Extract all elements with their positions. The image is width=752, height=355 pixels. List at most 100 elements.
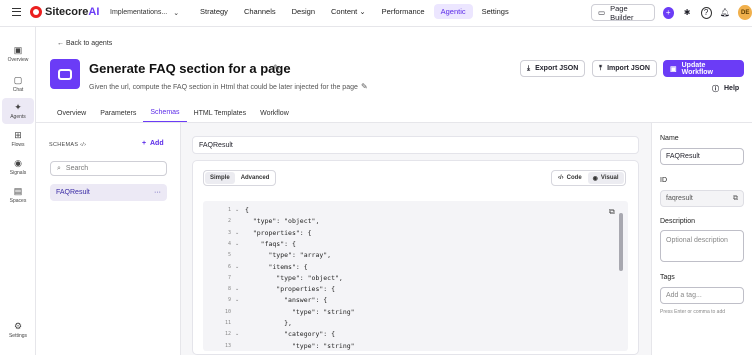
export-json-button[interactable]: ⤓ Export JSON — [520, 60, 586, 77]
id-field: faqresult ⧉ — [660, 190, 744, 207]
help-button[interactable]: ⓘ Help — [706, 80, 746, 97]
scrollbar[interactable] — [619, 213, 623, 271]
back-link[interactable]: ← Back to agents — [57, 40, 112, 47]
eye-icon: ◉ — [592, 175, 598, 182]
editor-card: Simple Advanced ‹/› Code ◉ Visual 1 ⌄ {2 "ty… — [192, 160, 639, 355]
code-icon: ‹/› — [80, 142, 87, 148]
rail-agents[interactable]: ✦ Agents — [2, 98, 34, 124]
more-icon[interactable]: ··· — [154, 189, 161, 196]
schema-name-field[interactable]: FAQResult — [192, 136, 639, 154]
workspace-selector[interactable]: Implementations... ⌄ — [110, 9, 179, 17]
mode-simple[interactable]: Simple — [205, 172, 235, 184]
code-line: "type": "string" — [245, 307, 355, 316]
page-description: Given the url, compute the FAQ section i… — [89, 84, 358, 91]
tab-html-templates[interactable]: HTML Templates — [187, 103, 254, 123]
overview-icon: ▣ — [13, 44, 23, 55]
page-builder-button[interactable]: ▭ Page Builder — [591, 4, 655, 22]
left-rail: ▣ Overview ▢ Chat ✦ Agents ⊞ Flows ◉ Signals … — [0, 27, 36, 355]
tags-input[interactable]: Add a tag... — [660, 287, 744, 304]
schema-editor: FAQResult Simple Advanced ‹/› Code ◉ Visua… — [181, 123, 651, 355]
rail-chat[interactable]: ▢ Chat — [2, 71, 34, 97]
fold-icon[interactable]: ⌄ — [235, 297, 239, 303]
tab-workflow[interactable]: Workflow — [253, 103, 296, 123]
nav-content[interactable]: Content ⌄ — [324, 4, 373, 19]
schemas-heading: SCHEMAS ‹/› — [49, 142, 87, 148]
copy-icon[interactable]: ⧉ — [609, 207, 615, 217]
settings-icon: ⚙ — [13, 320, 23, 331]
nav-channels[interactable]: Channels — [237, 4, 283, 19]
fold-icon[interactable]: ⌄ — [235, 207, 239, 213]
brand-name: SitecoreAI — [45, 6, 100, 18]
line-number: 2 — [227, 218, 231, 225]
nav-performance[interactable]: Performance — [375, 4, 432, 19]
schema-list-item[interactable]: FAQResult ··· — [50, 184, 167, 201]
code-line: }, — [245, 319, 292, 327]
search-icon: ⌕ — [57, 164, 61, 172]
code-icon: ‹/› — [558, 175, 564, 181]
line-number: 13 — [224, 342, 231, 349]
line-number: 6 — [227, 263, 231, 270]
logo: SitecoreAI — [30, 6, 99, 18]
download-icon: ⤓ — [527, 64, 531, 72]
line-number: 4 — [227, 240, 231, 247]
add-circle-icon[interactable]: + — [662, 6, 674, 19]
line-number: 1 — [227, 207, 231, 213]
signals-icon: ◉ — [14, 157, 22, 168]
edit-description-icon[interactable]: ✎ — [361, 82, 368, 91]
avatar[interactable]: DE — [738, 5, 752, 20]
view-visual[interactable]: ◉ Visual — [587, 172, 624, 184]
rail-settings[interactable]: ⚙ Settings — [2, 317, 34, 343]
code-line: "type": "object", — [245, 273, 343, 282]
copy-icon[interactable]: ⧉ — [733, 195, 738, 203]
tags-hint: Press Enter or comma to add — [660, 309, 726, 315]
schema-search-input[interactable]: ⌕ Search — [50, 161, 167, 176]
view-code[interactable]: ‹/› Code — [553, 172, 587, 184]
nav-design[interactable]: Design — [285, 4, 322, 19]
code-line: "type": "object", — [245, 217, 320, 226]
line-number: 11 — [224, 320, 231, 326]
schemas-sidebar: SCHEMAS ‹/› + Add ⌕ Search FAQResult ··· — [36, 123, 181, 355]
import-json-button[interactable]: ⤒ Import JSON — [592, 60, 657, 77]
rail-spaces[interactable]: ▤ Spaces — [2, 182, 34, 208]
save-icon: ▣ — [670, 65, 677, 73]
fold-icon[interactable]: ⌄ — [235, 230, 239, 236]
menu-icon[interactable] — [12, 8, 21, 16]
description-field[interactable]: Optional description — [660, 230, 744, 262]
json-code-editor[interactable]: 1 ⌄ {2 "type": "object", 3 ⌄ "properties": {… — [203, 201, 628, 351]
code-line: "type": "array", — [245, 251, 332, 260]
nav-agentic[interactable]: Agentic — [433, 4, 473, 19]
page-title: Generate FAQ section for a page — [89, 61, 291, 76]
name-label: Name — [660, 135, 679, 142]
code-line: { — [245, 206, 249, 214]
rail-overview[interactable]: ▣ Overview — [2, 41, 34, 67]
help-icon[interactable]: ? — [700, 6, 712, 19]
edit-title-icon[interactable]: ✎ — [273, 63, 281, 74]
fold-icon[interactable]: ⌄ — [235, 241, 239, 247]
id-label: ID — [660, 177, 667, 184]
nav-strategy[interactable]: Strategy — [193, 4, 235, 19]
update-workflow-button[interactable]: ▣ Update Workflow — [663, 60, 744, 77]
tags-label: Tags — [660, 274, 675, 281]
code-line: "answer": { — [245, 296, 328, 305]
main-nav: Strategy Channels Design Content ⌄ Perfo… — [193, 4, 516, 19]
extensions-icon[interactable]: ✱ — [682, 7, 693, 19]
mode-advanced[interactable]: Advanced — [236, 172, 275, 184]
properties-panel: Name FAQResult ID faqresult ⧉ Description… — [651, 123, 752, 355]
tab-overview[interactable]: Overview — [50, 103, 93, 123]
flows-icon: ⊞ — [14, 129, 22, 140]
chat-icon: ▢ — [13, 74, 23, 85]
add-schema-button[interactable]: + Add — [142, 140, 164, 147]
rail-flows[interactable]: ⊞ Flows — [2, 126, 34, 152]
fold-icon[interactable]: ⌄ — [235, 286, 239, 292]
rail-signals[interactable]: ◉ Signals — [2, 154, 34, 180]
view-toggle: ‹/› Code ◉ Visual — [551, 170, 626, 186]
tab-schemas[interactable]: Schemas — [143, 103, 187, 123]
topbar-actions: ▭ Page Builder + ✱ ? 🔔︎ DE — [591, 4, 752, 22]
notifications-icon[interactable]: 🔔︎ — [720, 7, 731, 19]
chevron-down-icon: ⌄ — [173, 10, 180, 17]
fold-icon[interactable]: ⌄ — [235, 331, 239, 337]
name-field[interactable]: FAQResult — [660, 148, 744, 165]
tab-parameters[interactable]: Parameters — [93, 103, 143, 123]
nav-settings[interactable]: Settings — [475, 4, 516, 19]
fold-icon[interactable]: ⌄ — [235, 264, 239, 270]
